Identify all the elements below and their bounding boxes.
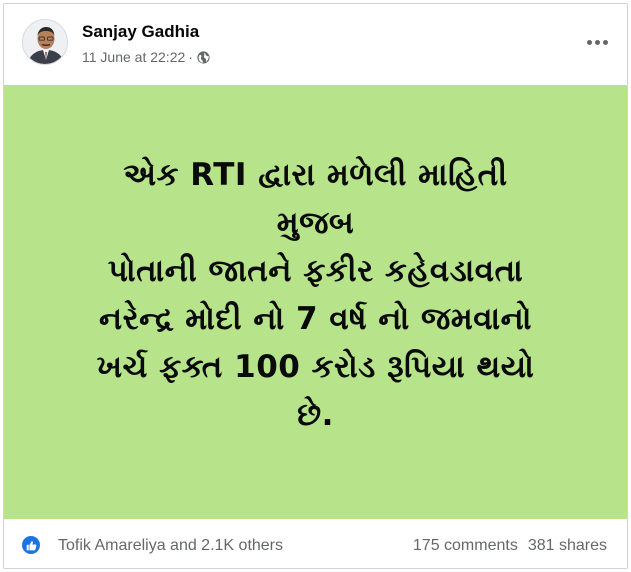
post-line: ખર્ચ ફક્ત 100 કરોડ રૂપિયા થયો: [96, 349, 535, 385]
post-card: Sanjay Gadhia 11 June at 22:22 · એક RTI …: [3, 3, 628, 569]
post-text-background: એક RTI દ્વારા મળેલી માહિતી મુજબ પોતાની જ…: [4, 85, 627, 519]
post-line: નરેન્દ્ર મોદી નો 7 વર્ષ નો જમવાનો: [99, 301, 532, 337]
comments-count-link[interactable]: 175 comments: [413, 537, 518, 554]
author-avatar[interactable]: [22, 19, 68, 65]
post-timestamp[interactable]: 11 June at 22:22: [82, 49, 185, 65]
avatar-photo: [23, 20, 67, 64]
globe-icon[interactable]: [197, 50, 210, 64]
dot: [586, 39, 592, 45]
post-line: મુજબ: [276, 205, 355, 241]
post-line: પોતાની જાતને ફકીર કહેવડાવતા: [107, 253, 524, 289]
engagement-counts: 175 comments 381 shares: [413, 537, 607, 555]
post-footer: Tofik Amareliya and 2.1K others 175 comm…: [4, 519, 627, 569]
post-line: છે.: [297, 397, 334, 433]
post-line: એક RTI દ્વારા મળેલી માહિતી: [123, 157, 508, 193]
more-options-button[interactable]: [583, 32, 611, 52]
post-body-text: એક RTI દ્વારા મળેલી માહિતી મુજબ પોતાની જ…: [97, 151, 535, 439]
dot: [594, 39, 600, 45]
shares-count-link[interactable]: 381 shares: [528, 537, 607, 554]
post-header: Sanjay Gadhia 11 June at 22:22 ·: [4, 4, 627, 84]
post-meta: 11 June at 22:22 ·: [82, 49, 210, 65]
meta-separator: ·: [188, 49, 193, 65]
reactions-summary[interactable]: Tofik Amareliya and 2.1K others: [58, 537, 283, 555]
like-thumb-icon[interactable]: [22, 536, 40, 554]
dot: [602, 39, 608, 45]
author-name[interactable]: Sanjay Gadhia: [82, 22, 199, 42]
